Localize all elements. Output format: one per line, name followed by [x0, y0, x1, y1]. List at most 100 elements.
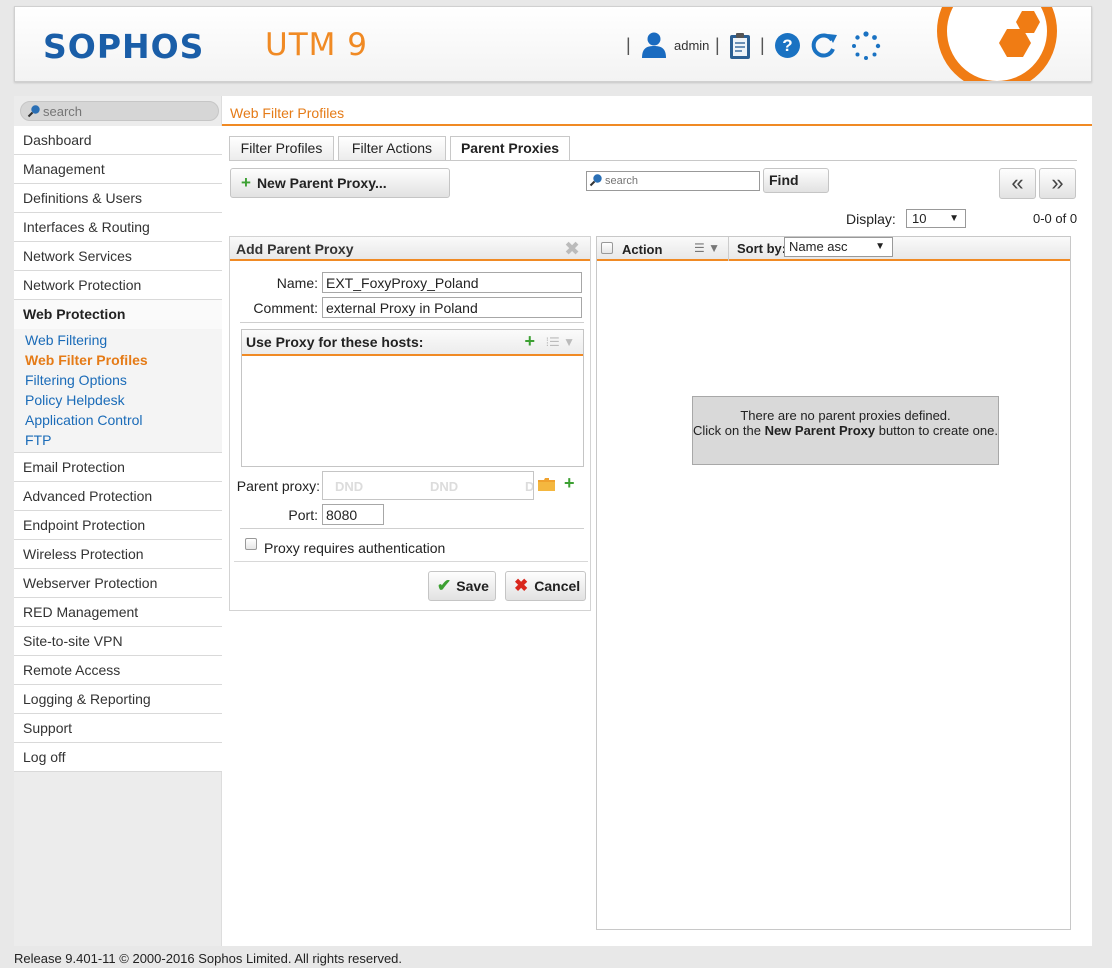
subnav-application-control[interactable]: Application Control — [25, 410, 222, 430]
name-field[interactable] — [322, 272, 582, 293]
sophos-logo: SOPHOS — [43, 27, 205, 66]
page-title: Web Filter Profiles — [230, 105, 345, 121]
sidebar-item-log-off[interactable]: Log off — [14, 743, 222, 772]
proxy-hosts-title: Use Proxy for these hosts: — [246, 334, 424, 350]
save-label: Save — [456, 578, 489, 594]
checkmark-icon: ✔ — [437, 576, 452, 595]
list-header: Action ☰ ▼ Sort by: Name asc ▼ — [597, 237, 1070, 261]
sort-value: Name asc — [789, 239, 848, 254]
pager-prev-button[interactable]: « — [999, 168, 1036, 199]
sidebar-item-dashboard[interactable]: Dashboard — [14, 126, 222, 155]
empty-line-1: There are no parent proxies defined. — [740, 408, 951, 423]
panel-header: Add Parent Proxy ✖ — [230, 237, 590, 261]
reload-icon[interactable] — [810, 31, 838, 59]
empty-line-2: Click on the New Parent Proxy button to … — [693, 423, 998, 438]
sidebar-item-red-management[interactable]: RED Management — [14, 598, 222, 627]
empty-text-bold: New Parent Proxy — [764, 423, 876, 438]
sidebar-item-logging-reporting[interactable]: Logging & Reporting — [14, 685, 222, 714]
sidebar-nav: Dashboard Management Definitions & Users… — [14, 126, 222, 772]
dnd-hint: DND — [525, 479, 534, 494]
sidebar-item-support[interactable]: Support — [14, 714, 222, 743]
result-count: 0-0 of 0 — [1033, 211, 1078, 226]
search-icon — [589, 174, 602, 187]
action-label: Action — [622, 242, 663, 257]
sidebar-item-web-protection[interactable]: Web Protection — [14, 300, 222, 329]
proxy-hosts-box[interactable]: Use Proxy for these hosts: + ⁞☰ ▼ — [241, 329, 584, 467]
tab-filter-actions[interactable]: Filter Actions — [338, 136, 446, 160]
sort-select[interactable]: Name asc ▼ — [784, 237, 893, 257]
subnav-filtering-options[interactable]: Filtering Options — [25, 370, 222, 390]
tab-filter-profiles[interactable]: Filter Profiles — [229, 136, 334, 160]
footer-copyright: Release 9.401-11 © 2000-2016 Sophos Limi… — [14, 951, 403, 966]
sidebar-item-management[interactable]: Management — [14, 155, 222, 184]
sophos-emblem — [937, 7, 1057, 81]
header-bar: SOPHOS UTM 9 | admin | | ? — [14, 6, 1092, 82]
empty-text: Click on the — [693, 423, 765, 438]
dnd-hint: DND — [335, 479, 364, 494]
clipboard-icon[interactable] — [728, 32, 752, 60]
comment-field[interactable] — [322, 297, 582, 318]
list-menu-icon[interactable]: ☰ ▼ — [694, 241, 720, 255]
proxy-hosts-header: Use Proxy for these hosts: + ⁞☰ ▼ — [242, 330, 583, 356]
sidebar-item-site-to-site-vpn[interactable]: Site-to-site VPN — [14, 627, 222, 656]
sidebar-item-interfaces-routing[interactable]: Interfaces & Routing — [14, 213, 222, 242]
chevron-down-icon: ▼ — [875, 241, 885, 252]
cancel-button[interactable]: ✖ Cancel — [505, 571, 586, 601]
user-icon[interactable] — [641, 31, 667, 59]
pager-next-button[interactable]: » — [1039, 168, 1076, 199]
sort-label: Sort by: — [737, 241, 787, 256]
parent-proxies-list: Action ☰ ▼ Sort by: Name asc ▼ There are… — [596, 236, 1071, 930]
sidebar-item-wireless-protection[interactable]: Wireless Protection — [14, 540, 222, 569]
divider — [234, 561, 588, 562]
select-all-checkbox[interactable] — [601, 242, 613, 254]
subnav-web-filter-profiles[interactable]: Web Filter Profiles — [25, 350, 222, 370]
close-icon[interactable]: ✖ — [564, 238, 580, 261]
save-button[interactable]: ✔ Save — [428, 571, 496, 601]
help-icon[interactable]: ? — [775, 33, 800, 58]
add-proxy-plus-icon[interactable]: + — [564, 473, 575, 494]
list-menu-icon[interactable]: ⁞☰ ▼ — [546, 335, 575, 349]
list-search-input[interactable] — [605, 173, 755, 189]
parent-proxy-label: Parent proxy: — [236, 478, 320, 494]
web-protection-submenu: Web Filtering Web Filter Profiles Filter… — [14, 329, 222, 453]
sidebar-item-remote-access[interactable]: Remote Access — [14, 656, 222, 685]
port-field[interactable] — [322, 504, 384, 525]
subnav-policy-helpdesk[interactable]: Policy Helpdesk — [25, 390, 222, 410]
new-parent-proxy-label: New Parent Proxy... — [256, 175, 387, 191]
sidebar-search[interactable] — [20, 101, 219, 121]
find-button[interactable]: Find — [763, 168, 829, 193]
sidebar-item-webserver-protection[interactable]: Webserver Protection — [14, 569, 222, 598]
add-host-plus-icon[interactable]: + — [524, 331, 535, 352]
user-name[interactable]: admin — [674, 38, 709, 53]
sidebar-item-advanced-protection[interactable]: Advanced Protection — [14, 482, 222, 511]
sidebar-item-network-protection[interactable]: Network Protection — [14, 271, 222, 300]
parent-proxy-dropzone[interactable]: DND DND DND — [322, 471, 534, 500]
sidebar-search-input[interactable] — [43, 103, 213, 119]
tab-parent-proxies[interactable]: Parent Proxies — [450, 136, 570, 161]
cancel-label: Cancel — [534, 578, 581, 594]
port-label: Port: — [288, 507, 318, 523]
add-parent-proxy-panel: Add Parent Proxy ✖ Name: Comment: Use Pr… — [229, 236, 591, 611]
header-separator: | — [715, 35, 720, 55]
display-label: Display: — [846, 211, 896, 227]
subnav-ftp[interactable]: FTP — [25, 430, 222, 450]
sidebar: Dashboard Management Definitions & Users… — [14, 96, 222, 946]
sidebar-item-endpoint-protection[interactable]: Endpoint Protection — [14, 511, 222, 540]
divider — [240, 322, 584, 323]
sidebar-item-email-protection[interactable]: Email Protection — [14, 453, 222, 482]
new-parent-proxy-button[interactable]: + New Parent Proxy... — [230, 168, 450, 198]
sidebar-item-network-services[interactable]: Network Services — [14, 242, 222, 271]
comment-label: Comment: — [253, 300, 318, 316]
empty-text: button to create one. — [875, 423, 998, 438]
divider — [240, 528, 584, 529]
subnav-web-filtering[interactable]: Web Filtering — [25, 330, 222, 350]
search-icon — [27, 105, 40, 118]
empty-state-message: There are no parent proxies defined. Cli… — [692, 396, 999, 465]
folder-icon[interactable] — [538, 478, 555, 491]
spinner-icon — [852, 31, 881, 60]
auth-checkbox[interactable] — [245, 538, 257, 550]
sidebar-item-definitions-users[interactable]: Definitions & Users — [14, 184, 222, 213]
list-search[interactable] — [586, 171, 760, 191]
display-count-select[interactable]: 10 ▼ — [906, 209, 966, 228]
tabs-divider — [229, 160, 1077, 161]
